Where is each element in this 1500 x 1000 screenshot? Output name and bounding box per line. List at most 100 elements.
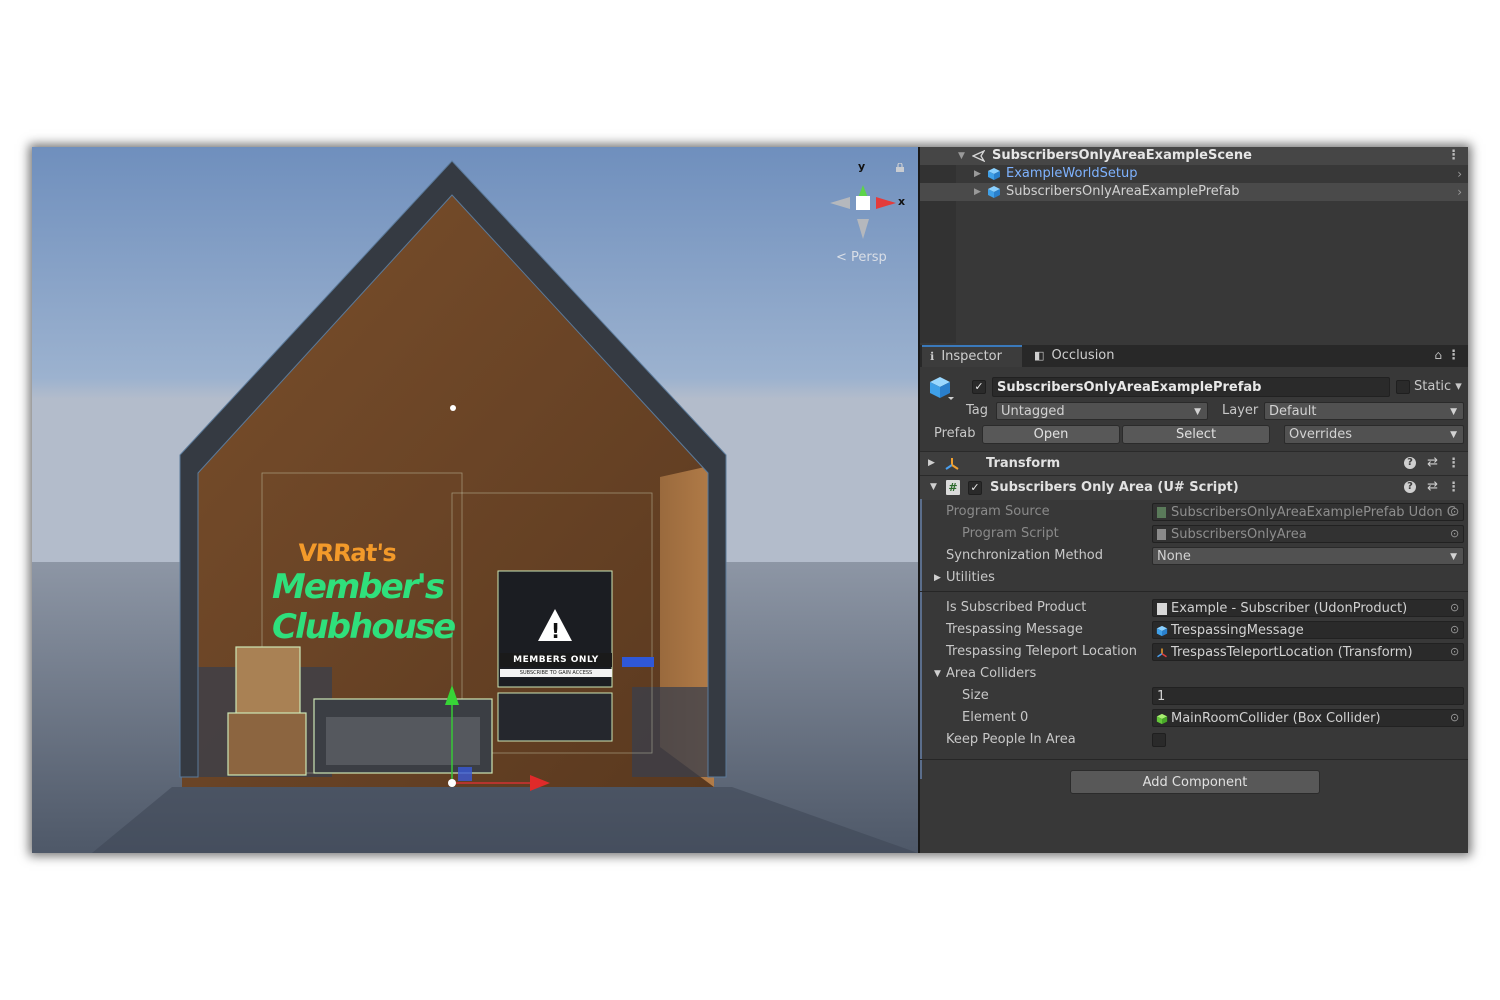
- persp-label: Persp: [851, 250, 887, 265]
- is-subscribed-label: Is Subscribed Product: [946, 600, 1087, 615]
- overrides-label: Overrides: [1289, 427, 1353, 442]
- tab-occlusion[interactable]: ◧ Occlusion: [1034, 345, 1144, 367]
- trespass-teleport-field[interactable]: TrespassTeleportLocation (Transform): [1152, 643, 1464, 661]
- object-picker-icon[interactable]: ⊙: [1450, 623, 1459, 636]
- component-kebab-icon[interactable]: ⋮: [1447, 480, 1460, 495]
- separator: [920, 759, 1468, 760]
- lock-icon[interactable]: [896, 163, 904, 172]
- trespassing-message-field[interactable]: TrespassingMessage: [1152, 621, 1464, 639]
- add-component-button[interactable]: Add Component: [1070, 770, 1320, 794]
- tag-value: Untagged: [1001, 404, 1065, 419]
- scene-view[interactable]: ! y x < Persp VRRat's Member's Clubhouse…: [32, 147, 918, 853]
- component-kebab-icon[interactable]: ⋮: [1447, 456, 1460, 471]
- help-icon[interactable]: ?: [1404, 481, 1416, 493]
- sign-members: Member's: [272, 567, 445, 607]
- members-only-subtitle: SUBSCRIBE TO GAIN ACCESS: [500, 669, 612, 677]
- tab-kebab-menu-icon[interactable]: ⋮: [1447, 348, 1460, 363]
- dropdown-arrow-icon: ▼: [1450, 552, 1457, 562]
- hierarchy-item-subscribersonlyareaexampleprefab[interactable]: ▶ SubscribersOnlyAreaExamplePrefab ›: [920, 183, 1468, 201]
- is-subscribed-field[interactable]: Example - Subscriber (UdonProduct): [1152, 599, 1464, 617]
- program-source-field[interactable]: SubscribersOnlyAreaExamplePrefab Udon C: [1152, 503, 1464, 521]
- tab-inspector[interactable]: ℹ Inspector: [922, 345, 1022, 367]
- object-name-field[interactable]: SubscribersOnlyAreaExamplePrefab: [992, 377, 1390, 397]
- collapse-triangle-icon[interactable]: ▼: [934, 669, 941, 679]
- keep-people-label: Keep People In Area: [946, 732, 1076, 747]
- sign-vrrat: VRRat's: [297, 539, 397, 567]
- prefab-cube-icon: [988, 186, 1000, 198]
- keep-people-checkbox[interactable]: [1152, 733, 1166, 747]
- expand-triangle-icon[interactable]: ▶: [934, 573, 941, 583]
- prefab-object-icon[interactable]: [928, 375, 954, 401]
- dropdown-arrow-icon: ▼: [1450, 430, 1457, 440]
- program-script-field[interactable]: SubscribersOnlyArea: [1152, 525, 1464, 543]
- prefab-open-button[interactable]: Open: [982, 425, 1120, 444]
- object-picker-icon[interactable]: ⊙: [1450, 505, 1459, 518]
- prefab-cube-icon: [1156, 625, 1168, 637]
- component-accent-bar: [920, 499, 922, 779]
- transform-title: Transform: [986, 456, 1061, 471]
- static-label: Static: [1414, 379, 1452, 394]
- hierarchy-item-label: SubscribersOnlyAreaExamplePrefab: [1006, 184, 1240, 199]
- sign-clubhouse: Clubhouse: [272, 607, 456, 647]
- object-picker-icon[interactable]: ⊙: [1450, 711, 1459, 724]
- is-subscribed-value: Example - Subscriber (UdonProduct): [1171, 601, 1408, 616]
- trespass-teleport-label: Trespassing Teleport Location: [946, 644, 1137, 659]
- chevron-right-icon[interactable]: ›: [1457, 165, 1462, 183]
- kebab-menu-icon[interactable]: ⋮: [1447, 147, 1460, 165]
- chevron-right-icon[interactable]: ›: [1457, 183, 1462, 201]
- hierarchy-scene-row[interactable]: ▼ SubscribersOnlyAreaExampleScene ⋮: [920, 147, 1468, 165]
- collapse-triangle-icon[interactable]: ▼: [930, 482, 937, 492]
- dropdown-arrow-icon: ▼: [1194, 407, 1201, 417]
- expand-triangle-icon[interactable]: ▶: [974, 165, 981, 183]
- tab-inspector-label: Inspector: [941, 349, 1002, 364]
- csharp-script-icon: #: [946, 480, 960, 495]
- utilities-foldout[interactable]: Utilities: [946, 570, 995, 585]
- layer-value: Default: [1269, 404, 1317, 419]
- expand-triangle-icon[interactable]: ▶: [974, 183, 981, 201]
- gizmo-x-label[interactable]: x: [898, 195, 905, 208]
- expand-triangle-icon[interactable]: ▶: [928, 458, 935, 468]
- transform-axes-icon: [945, 458, 959, 470]
- tag-label: Tag: [966, 403, 989, 418]
- program-source-value: SubscribersOnlyAreaExamplePrefab Udon C: [1171, 505, 1456, 520]
- projection-toggle[interactable]: < Persp: [836, 250, 887, 265]
- inspector-tabbar: ℹ Inspector ◧ Occlusion ⌂ ⋮: [920, 345, 1468, 367]
- gizmo-y-label[interactable]: y: [858, 160, 865, 173]
- trespassing-message-value: TrespassingMessage: [1171, 623, 1304, 638]
- script-asset-icon: [1157, 529, 1166, 540]
- prefab-overrides-dropdown[interactable]: Overrides ▼: [1284, 425, 1464, 444]
- tag-dropdown[interactable]: Untagged ▼: [996, 402, 1208, 420]
- script-component-header[interactable]: ▼ # ✓ Subscribers Only Area (U# Script) …: [920, 475, 1468, 500]
- tab-occlusion-label: Occlusion: [1051, 348, 1115, 363]
- size-label: Size: [962, 688, 989, 703]
- lock-tab-icon[interactable]: ⌂: [1434, 348, 1442, 362]
- active-checkbox[interactable]: ✓: [972, 380, 986, 394]
- collapse-triangle-icon[interactable]: ▼: [958, 147, 965, 165]
- sync-method-value: None: [1157, 549, 1191, 564]
- area-colliders-foldout[interactable]: Area Colliders: [946, 666, 1036, 681]
- prefab-cube-icon: [988, 168, 1000, 180]
- script-enabled-checkbox[interactable]: ✓: [968, 481, 982, 495]
- presets-icon[interactable]: ⇄: [1427, 479, 1438, 494]
- prefab-label: Prefab: [934, 426, 976, 441]
- element0-value: MainRoomCollider (Box Collider): [1171, 711, 1381, 726]
- hierarchy-item-exampleworldsetup[interactable]: ▶ ExampleWorldSetup ›: [920, 165, 1468, 183]
- transform-component-header[interactable]: ▶ Transform ? ⇄ ⋮: [920, 451, 1468, 476]
- layer-label: Layer: [1222, 403, 1259, 418]
- static-dropdown[interactable]: Static ▾: [1414, 379, 1462, 394]
- layer-dropdown[interactable]: Default ▼: [1264, 402, 1464, 420]
- info-icon: ℹ: [930, 350, 935, 363]
- sync-method-dropdown[interactable]: None ▼: [1152, 547, 1464, 565]
- object-picker-icon[interactable]: ⊙: [1450, 645, 1459, 658]
- document-icon: [1157, 603, 1167, 615]
- object-picker-icon[interactable]: ⊙: [1450, 601, 1459, 614]
- sync-method-label: Synchronization Method: [946, 548, 1104, 563]
- help-icon[interactable]: ?: [1404, 457, 1416, 469]
- element0-field[interactable]: MainRoomCollider (Box Collider): [1152, 709, 1464, 727]
- static-checkbox[interactable]: [1396, 380, 1410, 394]
- presets-icon[interactable]: ⇄: [1427, 455, 1438, 470]
- object-picker-icon[interactable]: ⊙: [1450, 527, 1459, 540]
- size-field[interactable]: 1: [1152, 687, 1464, 705]
- trespassing-message-label: Trespassing Message: [946, 622, 1083, 637]
- prefab-select-button[interactable]: Select: [1122, 425, 1270, 444]
